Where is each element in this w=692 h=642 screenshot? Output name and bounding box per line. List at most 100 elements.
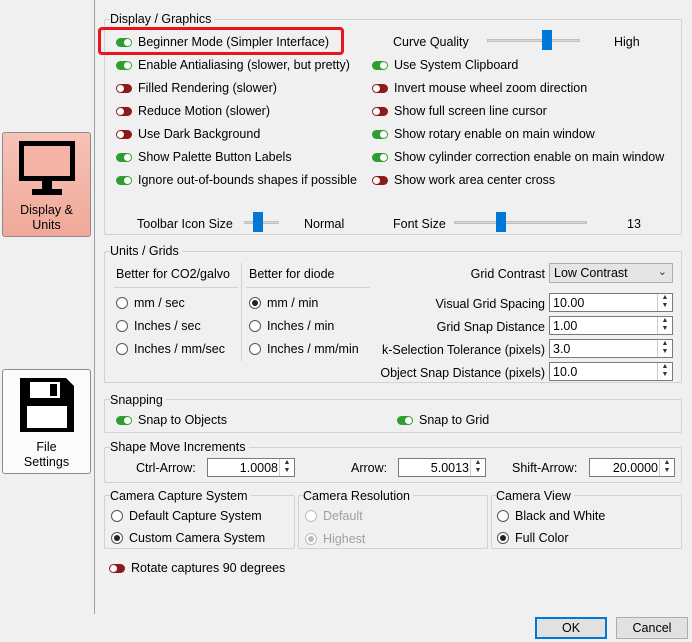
selection-tolerance-input[interactable]: 3.0 ▲ ▼: [549, 339, 673, 358]
spin-arrows-icon[interactable]: ▲ ▼: [657, 294, 672, 311]
toggle-label: Show full screen line cursor: [394, 104, 547, 118]
toggle-off-icon: [109, 563, 125, 573]
nav-display-units-label: Display & Units: [20, 203, 73, 232]
toggle-antialiasing[interactable]: Enable Antialiasing (slower, but pretty): [116, 56, 350, 74]
cancel-button[interactable]: Cancel: [616, 617, 688, 639]
display-graphics-title: Display / Graphics: [110, 12, 215, 26]
radio-res-default[interactable]: Default: [305, 507, 363, 525]
ok-button[interactable]: OK: [535, 617, 607, 639]
visual-grid-spacing-input[interactable]: 10.00 ▲ ▼: [549, 293, 673, 312]
font-size-slider[interactable]: [496, 212, 506, 232]
object-snap-distance-input[interactable]: 10.0 ▲ ▼: [549, 362, 673, 381]
radio-mm-sec[interactable]: mm / sec: [116, 294, 185, 312]
radio-label: Inches / min: [267, 319, 335, 333]
toggle-cylinder-correction[interactable]: Show cylinder correction enable on main …: [372, 148, 664, 166]
radio-inches-mm-sec[interactable]: Inches / mm/sec: [116, 340, 225, 358]
radio-label: Highest: [323, 532, 366, 546]
spin-arrows-icon[interactable]: ▲ ▼: [279, 459, 294, 476]
toolbar-icon-size-slider[interactable]: [253, 212, 263, 232]
toggle-snap-grid[interactable]: Snap to Grid: [397, 411, 489, 429]
diode-header-underline: [246, 287, 370, 288]
toggle-label: Snap to Grid: [419, 413, 490, 427]
radio-label: Default: [323, 509, 363, 523]
radio-selected-icon: [249, 297, 261, 309]
toggle-ignore-out-of-bounds[interactable]: Ignore out-of-bounds shapes if possible: [116, 171, 357, 189]
toggle-label: Show cylinder correction enable on main …: [394, 150, 665, 164]
toggle-label: Rotate captures 90 degrees: [131, 561, 286, 575]
toggle-line-cursor[interactable]: Show full screen line cursor: [372, 102, 547, 120]
co2-header: Better for CO2/galvo: [116, 267, 230, 281]
radio-full-color[interactable]: Full Color: [497, 529, 569, 547]
radio-icon: [111, 510, 123, 522]
toggle-label: Show work area center cross: [394, 173, 556, 187]
toggle-off-icon: [116, 83, 132, 93]
radio-inches-sec[interactable]: Inches / sec: [116, 317, 201, 335]
shift-arrow-input[interactable]: 20.0000 ▲ ▼: [589, 458, 675, 477]
radio-label: Black and White: [515, 509, 606, 523]
selection-tolerance-label: k-Selection Tolerance (pixels): [381, 343, 545, 357]
grid-contrast-select[interactable]: Low Contrast ⌄: [549, 263, 673, 283]
toggle-snap-objects[interactable]: Snap to Objects: [116, 411, 227, 429]
units-grids-title: Units / Grids: [110, 244, 182, 258]
radio-icon: [305, 510, 317, 522]
toggle-invert-wheel[interactable]: Invert mouse wheel zoom direction: [372, 79, 587, 97]
ctrl-arrow-label: Ctrl-Arrow:: [136, 461, 196, 475]
nav-file-settings-button[interactable]: File Settings: [2, 369, 91, 474]
shape-move-title: Shape Move Increments: [110, 440, 249, 454]
arrow-input[interactable]: 5.0013 ▲ ▼: [398, 458, 486, 477]
grid-snap-distance-label: Grid Snap Distance: [436, 320, 545, 334]
toggle-label: Enable Antialiasing (slower, but pretty): [138, 58, 350, 72]
font-size-value: 13: [627, 217, 641, 231]
toggle-dark-background[interactable]: Use Dark Background: [116, 125, 260, 143]
spin-arrows-icon[interactable]: ▲ ▼: [470, 459, 485, 476]
toolbar-icon-size-label: Toolbar Icon Size: [137, 217, 233, 231]
toggle-reduce-motion[interactable]: Reduce Motion (slower): [116, 102, 270, 120]
co2-header-underline: [114, 287, 238, 288]
spin-value: 1.0008: [239, 461, 278, 475]
toggle-filled-rendering[interactable]: Filled Rendering (slower): [116, 79, 277, 97]
toggle-rotary-enable[interactable]: Show rotary enable on main window: [372, 125, 595, 143]
units-divider: [241, 263, 242, 361]
toggle-rotate-captures[interactable]: Rotate captures 90 degrees: [109, 559, 285, 577]
radio-icon: [249, 320, 261, 332]
highlight-box: [98, 27, 344, 55]
grid-contrast-value: Low Contrast: [554, 266, 628, 280]
toggle-label: Show rotary enable on main window: [394, 127, 595, 141]
radio-default-capture[interactable]: Default Capture System: [111, 507, 262, 525]
nav-display-units-button[interactable]: Display & Units: [2, 132, 91, 237]
curve-quality-slider[interactable]: [542, 30, 552, 50]
grid-snap-distance-input[interactable]: 1.00 ▲ ▼: [549, 316, 673, 335]
spin-arrows-icon[interactable]: ▲ ▼: [657, 317, 672, 334]
spin-arrows-icon[interactable]: ▲ ▼: [659, 459, 674, 476]
radio-selected-icon: [305, 533, 317, 545]
toggle-label: Snap to Objects: [138, 413, 227, 427]
toggle-label: Filled Rendering (slower): [138, 81, 277, 95]
curve-quality-value: High: [614, 35, 640, 49]
toggle-label: Invert mouse wheel zoom direction: [394, 81, 588, 95]
radio-mm-min[interactable]: mm / min: [249, 294, 318, 312]
radio-label: Default Capture System: [129, 509, 262, 523]
radio-inches-min[interactable]: Inches / min: [249, 317, 334, 335]
spin-value: 20.0000: [612, 461, 658, 475]
curve-quality-track: [487, 39, 580, 42]
radio-selected-icon: [497, 532, 509, 544]
radio-inches-mm-min[interactable]: Inches / mm/min: [249, 340, 359, 358]
toggle-on-icon: [116, 60, 132, 70]
toggle-system-clipboard[interactable]: Use System Clipboard: [372, 56, 518, 74]
radio-res-highest[interactable]: Highest: [305, 530, 365, 548]
toggle-palette-labels[interactable]: Show Palette Button Labels: [116, 148, 292, 166]
spin-arrows-icon[interactable]: ▲ ▼: [657, 363, 672, 380]
spin-arrows-icon[interactable]: ▲ ▼: [657, 340, 672, 357]
ctrl-arrow-input[interactable]: 1.0008 ▲ ▼: [207, 458, 295, 477]
radio-label: Inches / mm/sec: [134, 342, 225, 356]
toggle-center-cross[interactable]: Show work area center cross: [372, 171, 555, 189]
toggle-label: Reduce Motion (slower): [138, 104, 270, 118]
radio-icon: [116, 343, 128, 355]
radio-custom-camera[interactable]: Custom Camera System: [111, 529, 265, 547]
radio-black-white[interactable]: Black and White: [497, 507, 605, 525]
curve-quality-label: Curve Quality: [393, 35, 469, 49]
chevron-down-icon: ⌄: [657, 266, 667, 278]
toggle-on-icon: [116, 175, 132, 185]
camera-capture-title: Camera Capture System: [110, 489, 251, 503]
toolbar-icon-size-value: Normal: [304, 217, 345, 231]
